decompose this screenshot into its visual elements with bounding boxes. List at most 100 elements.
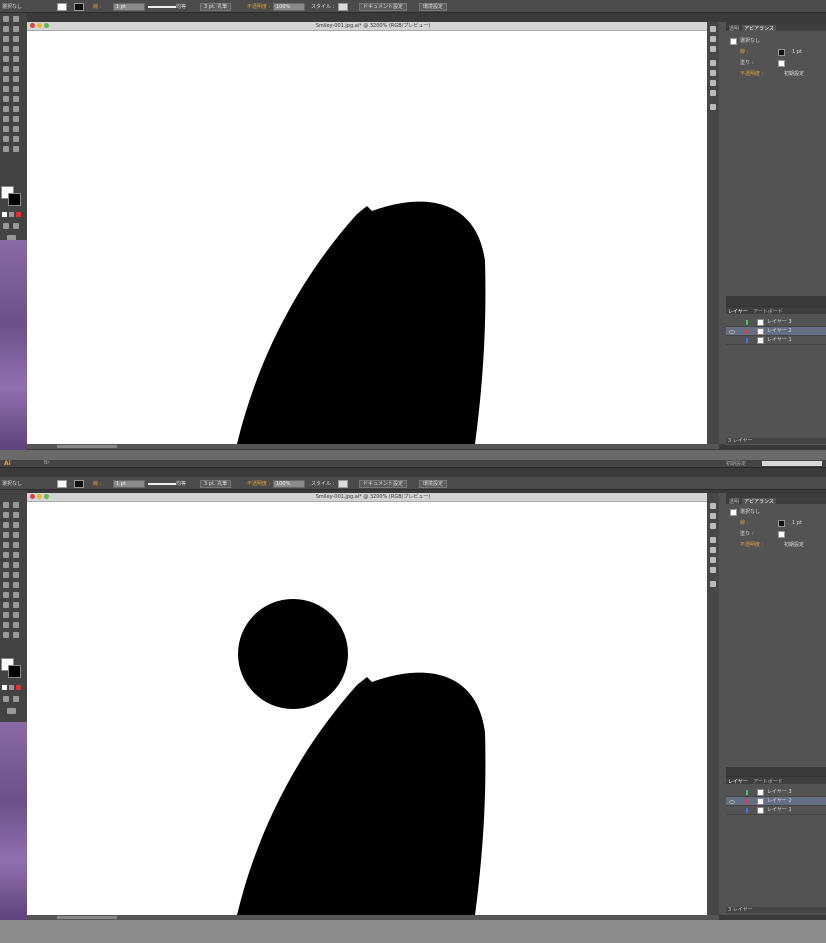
- smile-stroke-shape[interactable]: [237, 201, 486, 444]
- line-tool-icon[interactable]: [3, 532, 9, 538]
- graphic-styles-icon[interactable]: [710, 90, 716, 96]
- appearance-icon[interactable]: [710, 503, 716, 509]
- artboard-tool-icon[interactable]: [3, 136, 9, 142]
- stroke-icon[interactable]: [710, 537, 716, 543]
- appearance-opacity-label[interactable]: 不透明度 :: [740, 70, 763, 78]
- lasso-tool-icon[interactable]: [13, 512, 19, 518]
- appearance-stroke-swatch[interactable]: [778, 520, 785, 527]
- free-transform-tool-icon[interactable]: [13, 572, 19, 578]
- smile-stroke-shape[interactable]: [237, 672, 486, 915]
- line-tool-icon[interactable]: [3, 46, 9, 52]
- blend-tool-icon[interactable]: [13, 116, 19, 122]
- blend-tool-icon[interactable]: [13, 602, 19, 608]
- eyedropper-tool-icon[interactable]: [3, 602, 9, 608]
- shape-builder-tool-icon[interactable]: [3, 582, 9, 588]
- layer-row[interactable]: レイヤー 3: [726, 788, 826, 797]
- color-mode-icon[interactable]: [2, 685, 7, 690]
- fill-swatch[interactable]: [57, 3, 67, 11]
- eraser-tool-icon[interactable]: [13, 552, 19, 558]
- layer-row[interactable]: レイヤー 2: [726, 327, 826, 336]
- column-graph-tool-icon[interactable]: [13, 612, 19, 618]
- magic-wand-tool-icon[interactable]: [3, 512, 9, 518]
- gradient-icon[interactable]: [710, 70, 716, 76]
- artboard-canvas[interactable]: [27, 31, 719, 444]
- preferences-button[interactable]: 環境設定: [419, 3, 448, 11]
- pencil-tool-icon[interactable]: [13, 542, 19, 548]
- scale-tool-icon[interactable]: [13, 562, 19, 568]
- vertical-scrollbar[interactable]: [719, 493, 726, 915]
- layer-row[interactable]: レイヤー 3: [726, 318, 826, 327]
- appearance-fill-label[interactable]: 塗り :: [740, 530, 753, 538]
- appearance-fill-swatch[interactable]: [778, 531, 785, 538]
- appearance-stroke-swatch[interactable]: [778, 49, 785, 56]
- type-tool-icon[interactable]: [13, 36, 19, 42]
- direct-selection-tool-icon[interactable]: [13, 502, 19, 508]
- type-tool-icon[interactable]: [13, 522, 19, 528]
- opacity-field[interactable]: 100%: [273, 480, 305, 488]
- free-transform-tool-icon[interactable]: [13, 86, 19, 92]
- fill-swatch[interactable]: [57, 480, 67, 488]
- opacity-field[interactable]: 100%: [273, 3, 305, 11]
- appearance-icon[interactable]: [710, 26, 716, 32]
- bridge-button[interactable]: Br: [44, 460, 50, 466]
- gradient-mode-icon[interactable]: [9, 212, 14, 217]
- selection-tool-icon[interactable]: [3, 502, 9, 508]
- appearance-stroke-label[interactable]: 線 :: [740, 48, 748, 56]
- stroke-color-swatch[interactable]: [8, 193, 21, 206]
- graphic-styles-icon[interactable]: [710, 567, 716, 573]
- brushes-icon[interactable]: [710, 36, 716, 42]
- draw-behind-icon[interactable]: [13, 696, 19, 702]
- zoom-tool-icon[interactable]: [13, 632, 19, 638]
- profile-label[interactable]: 均等: [176, 3, 186, 10]
- magic-wand-tool-icon[interactable]: [3, 26, 9, 32]
- gradient-tool-icon[interactable]: [13, 592, 19, 598]
- tab-layers[interactable]: レイヤー: [728, 308, 748, 315]
- appearance-stroke-label[interactable]: 線 :: [740, 519, 748, 527]
- draw-mode-icon[interactable]: [3, 223, 9, 229]
- pen-tool-icon[interactable]: [3, 36, 9, 42]
- layer-row[interactable]: レイヤー 1: [726, 806, 826, 815]
- pencil-tool-icon[interactable]: [13, 56, 19, 62]
- rectangle-tool-icon[interactable]: [13, 532, 19, 538]
- paintbrush-tool-icon[interactable]: [3, 56, 9, 62]
- appearance-stroke-value[interactable]: 1 pt: [792, 519, 802, 527]
- hand-tool-icon[interactable]: [3, 632, 9, 638]
- gradient-mode-icon[interactable]: [9, 685, 14, 690]
- vertical-scrollbar[interactable]: [719, 22, 726, 444]
- pen-tool-icon[interactable]: [3, 522, 9, 528]
- color-mode-icon[interactable]: [2, 212, 7, 217]
- symbol-sprayer-tool-icon[interactable]: [3, 126, 9, 132]
- appearance-fill-swatch[interactable]: [778, 60, 785, 67]
- tab-artboards[interactable]: アートボード: [753, 778, 783, 785]
- rotate-tool-icon[interactable]: [3, 76, 9, 82]
- tab-artboards[interactable]: アートボード: [753, 308, 783, 315]
- document-setup-button[interactable]: ドキュメント設定: [359, 480, 408, 488]
- blob-brush-tool-icon[interactable]: [3, 66, 9, 72]
- appearance-stroke-value[interactable]: 1 pt: [792, 48, 802, 56]
- mesh-tool-icon[interactable]: [3, 592, 9, 598]
- horizontal-scrollbar[interactable]: [27, 444, 719, 449]
- draw-behind-icon[interactable]: [13, 223, 19, 229]
- tab-transparency[interactable]: 透明: [729, 25, 739, 32]
- layers-icon[interactable]: [710, 581, 716, 587]
- profile-label[interactable]: 均等: [176, 480, 186, 487]
- artboard-canvas[interactable]: [27, 502, 719, 915]
- brush-selector[interactable]: 3 pt. 丸筆: [200, 480, 232, 488]
- slice-tool-icon[interactable]: [13, 136, 19, 142]
- style-swatch[interactable]: [338, 3, 348, 11]
- search-field[interactable]: [762, 461, 822, 466]
- layers-icon[interactable]: [710, 104, 716, 110]
- shape-builder-tool-icon[interactable]: [3, 96, 9, 102]
- gradient-tool-icon[interactable]: [13, 106, 19, 112]
- tab-transparency[interactable]: 透明: [729, 498, 739, 505]
- lasso-tool-icon[interactable]: [13, 26, 19, 32]
- screen-mode-icon[interactable]: [7, 708, 16, 714]
- workspace-switcher[interactable]: 初期設定: [726, 460, 746, 467]
- selection-tool-icon[interactable]: [3, 16, 9, 22]
- column-graph-tool-icon[interactable]: [13, 126, 19, 132]
- eyedropper-tool-icon[interactable]: [3, 116, 9, 122]
- transparency-icon[interactable]: [710, 557, 716, 563]
- draw-mode-icon[interactable]: [3, 696, 9, 702]
- tab-appearance[interactable]: アピアランス: [742, 25, 776, 32]
- style-swatch[interactable]: [338, 480, 348, 488]
